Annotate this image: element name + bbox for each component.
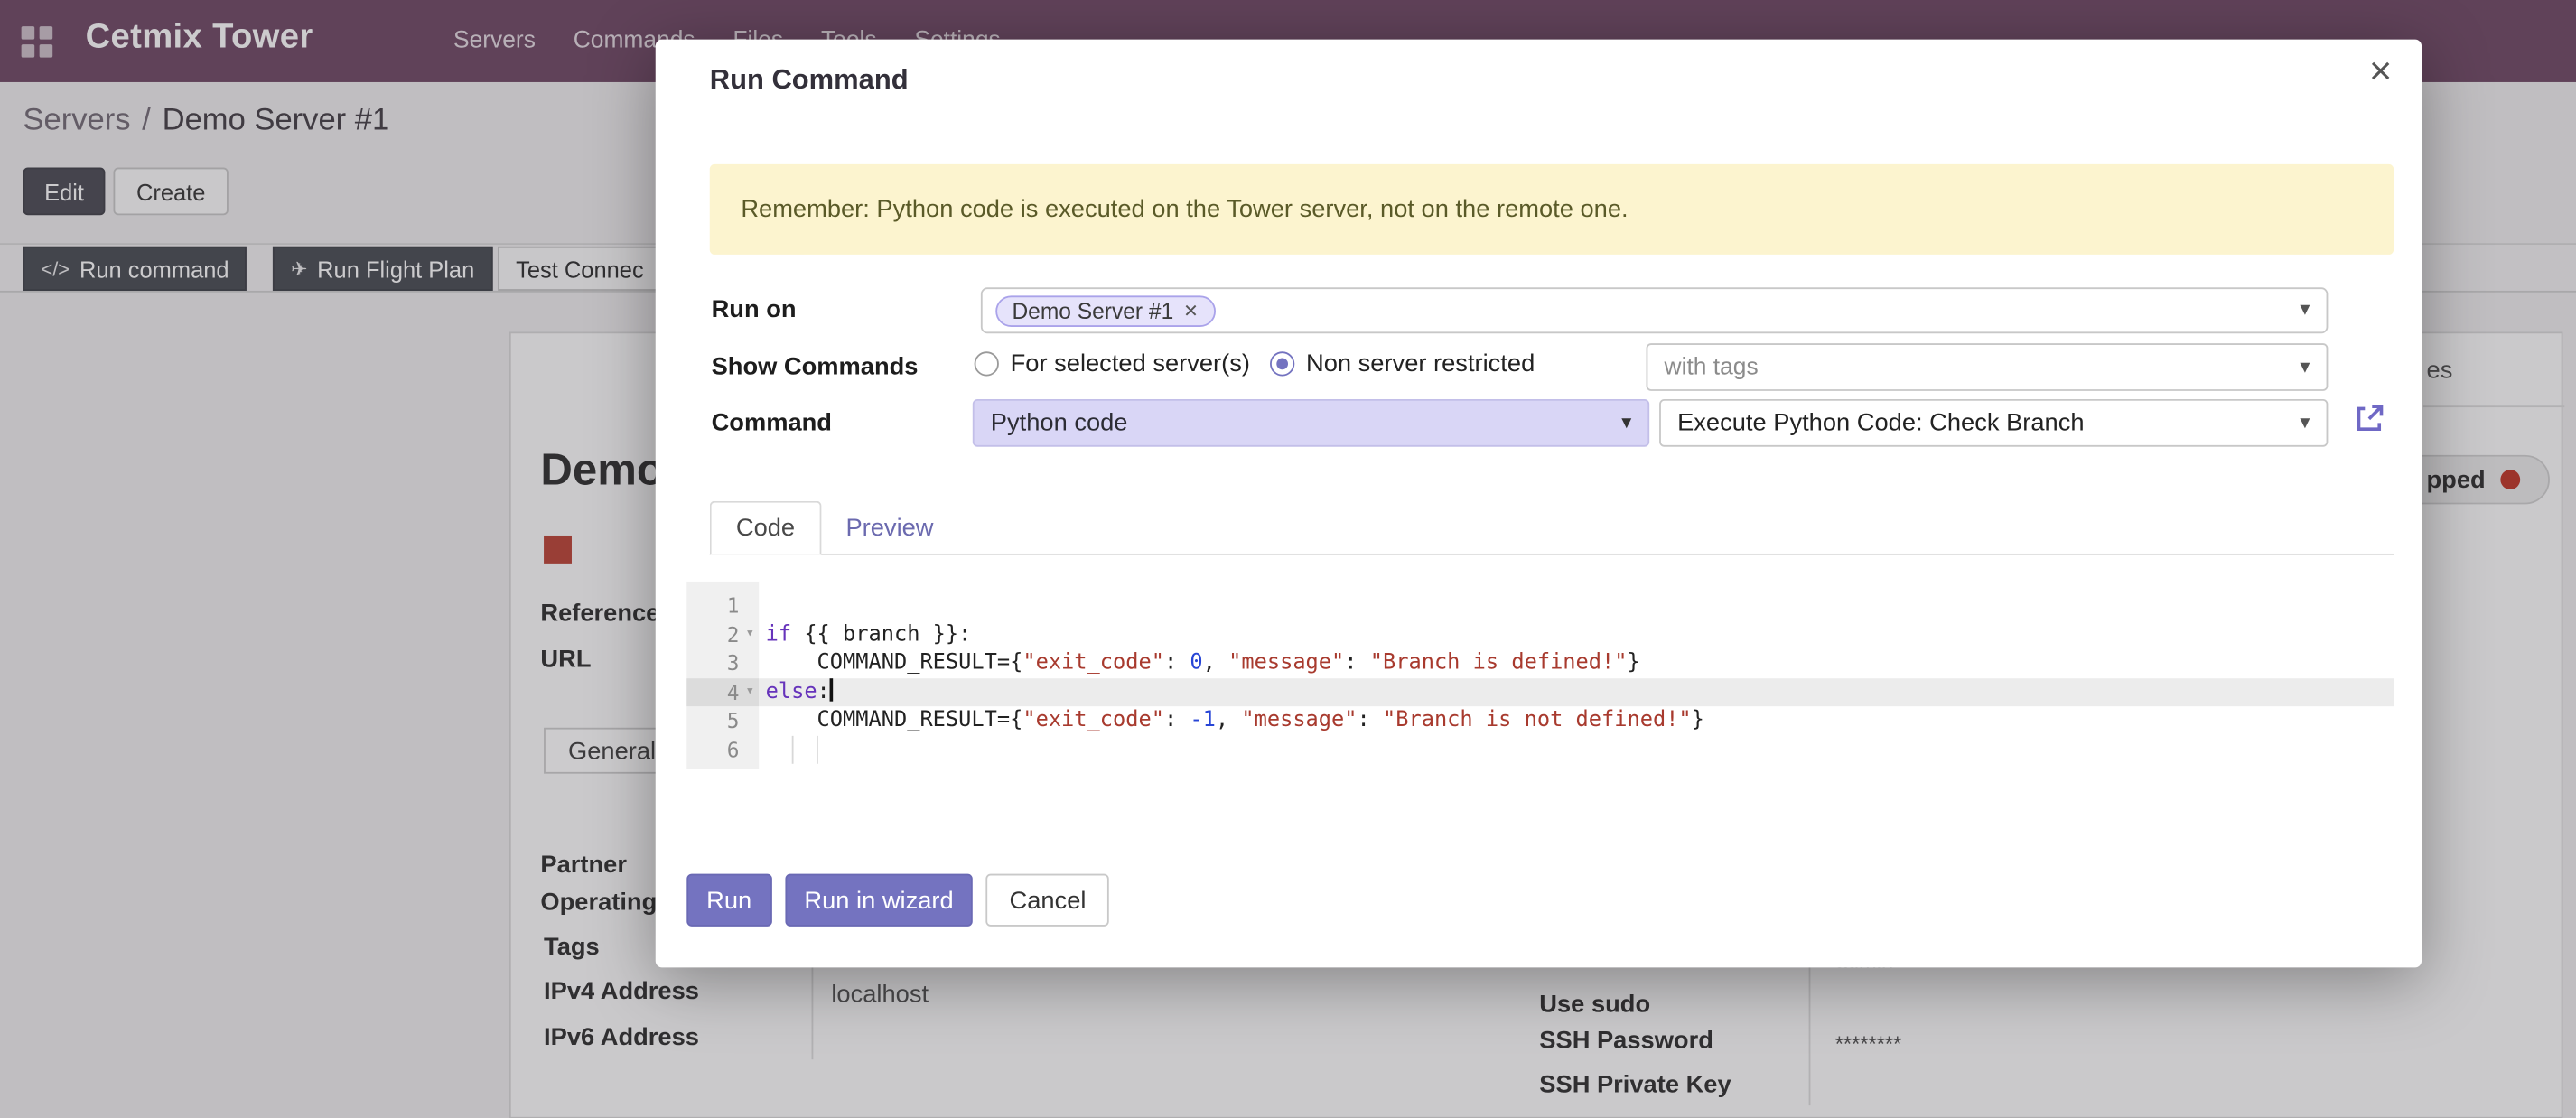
app-viewport: Cetmix Tower Servers Commands Files Tool… [0, 0, 2576, 1118]
editor-tabs: Code Preview [710, 501, 2394, 555]
close-icon[interactable]: × [2369, 52, 2392, 92]
server-tag-label: Demo Server #1 [1012, 298, 1173, 322]
run-on-select[interactable]: Demo Server #1 ✕ ▾ [981, 287, 2328, 333]
indent-guide [792, 735, 794, 763]
radio-selected-icon[interactable] [1270, 351, 1294, 376]
radio-selected-servers-label: For selected server(s) [1011, 349, 1250, 377]
with-tags-select[interactable]: with tags ▾ [1647, 343, 2329, 391]
code-line[interactable] [759, 735, 2394, 764]
external-link-icon[interactable] [2353, 403, 2385, 435]
show-commands-label: Show Commands [712, 353, 919, 381]
indent-guide [817, 735, 818, 763]
gutter-line-number[interactable]: 3 [686, 648, 759, 677]
code-line[interactable]: COMMAND_RESULT={"exit_code": -1, "messag… [759, 706, 2394, 735]
radio-non-restricted-label: Non server restricted [1306, 349, 1535, 377]
command-select[interactable]: Execute Python Code: Check Branch ▾ [1659, 399, 2328, 447]
text-cursor [830, 677, 833, 700]
code-line[interactable]: if {{ branch }}: [759, 620, 2394, 649]
gutter-line-number[interactable]: 5 [686, 706, 759, 735]
warning-alert-text: Remember: Python code is executed on the… [741, 195, 1628, 223]
chevron-down-icon: ▾ [2300, 354, 2310, 377]
with-tags-placeholder: with tags [1665, 354, 1759, 380]
code-line[interactable] [759, 592, 2394, 620]
tab-preview[interactable]: Preview [821, 501, 958, 554]
radio-circle-icon[interactable] [975, 351, 999, 376]
radio-selected-servers[interactable]: For selected server(s) [975, 349, 1250, 377]
command-label: Command [712, 409, 832, 437]
gutter-line-number[interactable]: 2▾ [686, 620, 759, 649]
command-type-value: Python code [991, 409, 1128, 437]
run-button[interactable]: Run [686, 874, 771, 927]
scale-wrapper: Cetmix Tower Servers Commands Files Tool… [0, 0, 2576, 1118]
run-on-label: Run on [712, 295, 797, 323]
run-in-wizard-button[interactable]: Run in wizard [785, 874, 974, 927]
code-editor[interactable]: 12▾34▾56 if {{ branch }}: COMMAND_RESULT… [686, 582, 2394, 769]
chevron-down-icon: ▾ [2300, 410, 2310, 433]
remove-tag-icon[interactable]: ✕ [1183, 300, 1199, 321]
editor-gutter: 12▾34▾56 [686, 582, 759, 769]
modal-footer: Run Run in wizard Cancel [686, 874, 1109, 927]
gutter-line-number[interactable]: 6 [686, 735, 759, 764]
code-line[interactable]: else: [759, 677, 2394, 706]
command-value: Execute Python Code: Check Branch [1677, 409, 2084, 437]
run-command-modal: Run Command × Remember: Python code is e… [656, 40, 2422, 968]
radio-non-restricted[interactable]: Non server restricted [1270, 349, 1535, 377]
command-type-select[interactable]: Python code ▾ [973, 399, 1649, 447]
warning-alert: Remember: Python code is executed on the… [710, 164, 2394, 255]
tab-code[interactable]: Code [710, 501, 821, 555]
modal-title: Run Command [710, 64, 909, 97]
chevron-down-icon: ▾ [2300, 297, 2310, 320]
server-tag-pill: Demo Server #1 ✕ [995, 294, 1215, 326]
editor-code[interactable]: if {{ branch }}: COMMAND_RESULT={"exit_c… [759, 582, 2394, 769]
cancel-button[interactable]: Cancel [986, 874, 1109, 927]
gutter-line-number[interactable]: 1 [686, 592, 759, 620]
chevron-down-icon: ▾ [1621, 410, 1631, 433]
code-line[interactable]: COMMAND_RESULT={"exit_code": 0, "message… [759, 648, 2394, 677]
gutter-line-number[interactable]: 4▾ [686, 677, 759, 706]
